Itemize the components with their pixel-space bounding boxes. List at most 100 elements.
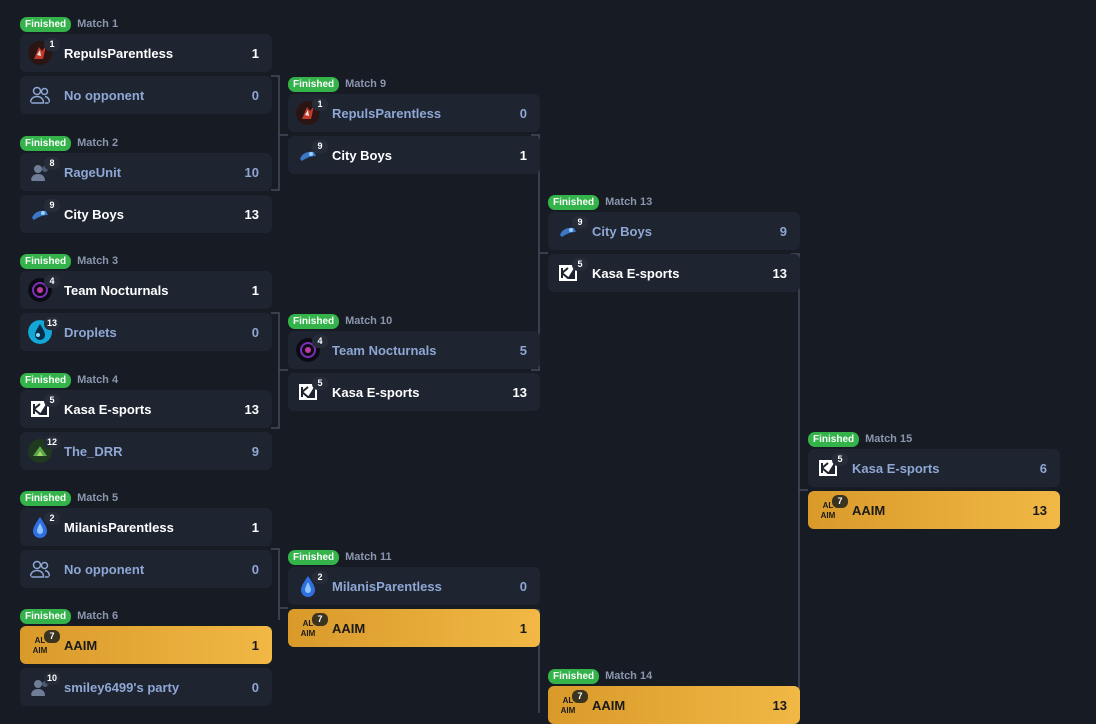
match-label[interactable]: Match 2 bbox=[77, 137, 118, 149]
match-header: Finished Match 14 bbox=[548, 666, 800, 686]
team-slot[interactable]: 4 Team Nocturnals 1 bbox=[20, 271, 272, 309]
match-label[interactable]: Match 6 bbox=[77, 610, 118, 622]
match-header: Finished Match 13 bbox=[548, 192, 800, 212]
team-name: Kasa E-sports bbox=[332, 384, 420, 400]
seed-badge: 2 bbox=[44, 512, 60, 525]
svg-text:AIM: AIM bbox=[561, 706, 576, 715]
match-label[interactable]: Match 9 bbox=[345, 78, 386, 90]
team-slot[interactable]: 9 City Boys 1 bbox=[288, 136, 540, 174]
status-badge: Finished bbox=[808, 431, 860, 447]
team-name: Kasa E-sports bbox=[592, 265, 680, 281]
users-icon bbox=[28, 83, 52, 107]
team-name: City Boys bbox=[332, 147, 392, 163]
team-logo: 4 bbox=[296, 335, 328, 362]
team-slot[interactable]: 9 City Boys 13 bbox=[20, 195, 272, 233]
team-logo: 1 bbox=[28, 38, 60, 65]
match-label[interactable]: Match 1 bbox=[77, 18, 118, 30]
svg-text:AIM: AIM bbox=[301, 629, 316, 638]
match-header: Finished Match 3 bbox=[20, 251, 272, 271]
status-badge: Finished bbox=[288, 549, 340, 565]
match-label[interactable]: Match 13 bbox=[605, 196, 652, 208]
team-slot[interactable]: 5 Kasa E-sports 6 bbox=[808, 449, 1060, 487]
team-slot[interactable]: 10 smiley6499's party 0 bbox=[20, 668, 272, 706]
seed-badge: 8 bbox=[44, 157, 60, 170]
team-slot[interactable]: 9 City Boys 9 bbox=[548, 212, 800, 250]
team-score: 10 bbox=[244, 164, 259, 180]
match-card: Finished Match 5 2 MilanisParentless 1 No opp… bbox=[20, 488, 272, 588]
team-slot[interactable]: 1 RepulsParentless 0 bbox=[288, 94, 540, 132]
tournament-bracket: Finished Match 1 1 RepulsParentless 1 No oppo… bbox=[0, 0, 1096, 724]
team-name: Kasa E-sports bbox=[852, 460, 940, 476]
match-card: Finished Match 4 5 Kasa E-sports 13 12 The_DRR… bbox=[20, 370, 272, 470]
team-slot[interactable]: No opponent 0 bbox=[20, 76, 272, 114]
connector-line bbox=[271, 75, 280, 191]
team-slot[interactable]: 5 Kasa E-sports 13 bbox=[20, 390, 272, 428]
team-name: No opponent bbox=[64, 87, 145, 103]
status-badge: Finished bbox=[548, 668, 600, 684]
team-slot[interactable]: 1 RepulsParentless 1 bbox=[20, 34, 272, 72]
team-score: 1 bbox=[251, 45, 259, 61]
team-slot[interactable]: 13 Droplets 0 bbox=[20, 313, 272, 351]
team-slot[interactable]: AL AIM 7 AAIM 13 bbox=[808, 491, 1060, 529]
team-slot[interactable]: AL AIM 7 AAIM 13 bbox=[548, 686, 800, 724]
team-score: 1 bbox=[519, 147, 527, 163]
match-label[interactable]: Match 3 bbox=[77, 255, 118, 267]
seed-badge: 5 bbox=[44, 394, 60, 407]
team-score: 1 bbox=[519, 620, 527, 636]
team-name: AAIM bbox=[64, 637, 98, 653]
status-badge: Finished bbox=[288, 76, 340, 92]
match-header: Finished Match 4 bbox=[20, 370, 272, 390]
team-score: 0 bbox=[519, 105, 527, 121]
team-slot[interactable]: AL AIM 7 AAIM 1 bbox=[288, 609, 540, 647]
match-header: Finished Match 15 bbox=[808, 429, 1060, 449]
team-score: 6 bbox=[1039, 460, 1047, 476]
team-logo: AL AIM 7 bbox=[556, 690, 588, 717]
match-header: Finished Match 9 bbox=[288, 74, 540, 94]
seed-badge: 9 bbox=[312, 140, 328, 153]
team-logo: 5 bbox=[556, 258, 588, 285]
team-score: 1 bbox=[251, 519, 259, 535]
team-logo: 5 bbox=[296, 377, 328, 404]
team-score: 13 bbox=[244, 206, 259, 222]
team-slot[interactable]: 5 Kasa E-sports 13 bbox=[548, 254, 800, 292]
team-slot[interactable]: 4 Team Nocturnals 5 bbox=[288, 331, 540, 369]
team-score: 0 bbox=[251, 87, 259, 103]
match-label[interactable]: Match 5 bbox=[77, 492, 118, 504]
match-label[interactable]: Match 10 bbox=[345, 315, 392, 327]
team-name: City Boys bbox=[64, 206, 124, 222]
seed-badge: 4 bbox=[312, 335, 328, 348]
team-score: 13 bbox=[512, 384, 527, 400]
seed-badge: 5 bbox=[832, 453, 848, 466]
match-label[interactable]: Match 14 bbox=[605, 670, 652, 682]
seed-badge: 7 bbox=[312, 613, 328, 626]
match-card: Finished Match 14 AL AIM 7 AAIM 13 bbox=[548, 666, 800, 724]
match-label[interactable]: Match 11 bbox=[345, 551, 391, 563]
connector-line bbox=[271, 312, 280, 429]
team-score: 9 bbox=[251, 443, 259, 459]
team-name: City Boys bbox=[592, 223, 652, 239]
team-slot[interactable]: 8 RageUnit 10 bbox=[20, 153, 272, 191]
seed-badge: 7 bbox=[44, 630, 60, 643]
match-label[interactable]: Match 4 bbox=[77, 374, 118, 386]
team-name: RageUnit bbox=[64, 164, 122, 180]
users-icon bbox=[28, 557, 52, 581]
match-card: Finished Match 15 5 Kasa E-sports 6 AL AIM 7 AAI… bbox=[808, 429, 1060, 529]
team-slot[interactable]: 2 MilanisParentless 0 bbox=[288, 567, 540, 605]
status-badge: Finished bbox=[288, 313, 340, 329]
team-logo: 1 bbox=[296, 98, 328, 125]
team-slot[interactable]: 5 Kasa E-sports 13 bbox=[288, 373, 540, 411]
status-badge: Finished bbox=[20, 608, 72, 624]
team-logo: 5 bbox=[816, 453, 848, 480]
seed-badge: 4 bbox=[44, 275, 60, 288]
match-card: Finished Match 2 8 RageUnit 10 9 City Boys 13 bbox=[20, 133, 272, 233]
team-slot[interactable]: 12 The_DRR 9 bbox=[20, 432, 272, 470]
status-badge: Finished bbox=[20, 16, 72, 32]
team-slot[interactable]: AL AIM 7 AAIM 1 bbox=[20, 626, 272, 664]
match-header: Finished Match 5 bbox=[20, 488, 272, 508]
team-score: 0 bbox=[251, 324, 259, 340]
team-slot[interactable]: 2 MilanisParentless 1 bbox=[20, 508, 272, 546]
team-slot[interactable]: No opponent 0 bbox=[20, 550, 272, 588]
seed-badge: 1 bbox=[44, 38, 60, 51]
team-name: Team Nocturnals bbox=[64, 282, 169, 298]
match-label[interactable]: Match 15 bbox=[865, 433, 912, 445]
